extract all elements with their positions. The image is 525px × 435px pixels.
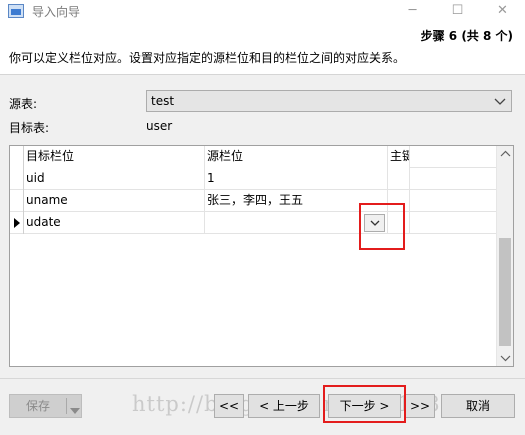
save-split-button: 保存 bbox=[9, 394, 82, 418]
highlight-next-box bbox=[323, 385, 406, 423]
target-field-cell[interactable]: udate bbox=[24, 212, 205, 234]
maximize-button[interactable]: ☐ bbox=[435, 0, 480, 22]
app-icon bbox=[8, 4, 24, 18]
minimize-button[interactable]: ─ bbox=[390, 0, 435, 22]
scrollbar-thumb[interactable] bbox=[499, 238, 511, 346]
cancel-button[interactable]: 取消 bbox=[441, 394, 515, 418]
first-step-button[interactable]: << bbox=[214, 394, 244, 418]
target-field-cell[interactable]: uname bbox=[24, 190, 205, 212]
grid-header-row: 目标栏位 源栏位 主键 bbox=[10, 146, 496, 168]
column-header-target[interactable]: 目标栏位 bbox=[24, 146, 205, 168]
table-row[interactable]: uid 1 bbox=[10, 168, 496, 190]
window-title: 导入向导 bbox=[32, 5, 81, 19]
source-table-label: 源表: bbox=[9, 97, 38, 111]
target-table-label: 目标表: bbox=[9, 121, 50, 135]
field-mapping-grid[interactable]: 目标栏位 源栏位 主键 uid 1 uname 张三，李四，王五 u bbox=[9, 145, 514, 367]
vertical-scrollbar[interactable] bbox=[496, 146, 513, 366]
last-step-button[interactable]: >> bbox=[405, 394, 435, 418]
wizard-header: 步骤 6 (共 8 个) 你可以定义栏位对应。设置对应指定的源栏位和目的栏位之间… bbox=[0, 22, 525, 75]
split-divider bbox=[66, 398, 67, 414]
row-pointer-icon bbox=[14, 218, 20, 228]
chevron-down-icon bbox=[493, 93, 507, 109]
source-table-value: test bbox=[151, 94, 175, 108]
highlight-dropdown-box bbox=[359, 203, 405, 250]
chevron-down-icon bbox=[70, 403, 80, 417]
source-table-select[interactable]: test bbox=[146, 90, 512, 112]
import-wizard-window: 导入向导 ─ ☐ ✕ 步骤 6 (共 8 个) 你可以定义栏位对应。设置对应指定… bbox=[0, 0, 525, 435]
step-description: 你可以定义栏位对应。设置对应指定的源栏位和目的栏位之间的对应关系。 bbox=[9, 51, 406, 65]
table-row[interactable]: uname 张三，李四，王五 bbox=[10, 190, 496, 212]
column-header-source[interactable]: 源栏位 bbox=[205, 146, 388, 168]
row-indicator-header bbox=[10, 146, 24, 168]
table-row-current[interactable]: udate bbox=[10, 212, 496, 234]
close-button[interactable]: ✕ bbox=[480, 0, 525, 22]
row-indicator bbox=[10, 190, 24, 212]
target-field-cell[interactable]: uid bbox=[24, 168, 205, 190]
column-header-pk[interactable]: 主键 bbox=[388, 146, 410, 168]
row-indicator bbox=[10, 212, 24, 234]
target-table-value: user bbox=[146, 119, 173, 133]
step-indicator: 步骤 6 (共 8 个) bbox=[420, 29, 513, 43]
scroll-down-icon[interactable] bbox=[497, 349, 513, 366]
source-field-cell[interactable]: 1 bbox=[205, 168, 388, 190]
save-button-label: 保存 bbox=[25, 399, 50, 413]
footer-divider bbox=[0, 378, 525, 379]
title-bar: 导入向导 ─ ☐ ✕ bbox=[0, 0, 525, 23]
row-indicator bbox=[10, 168, 24, 190]
prev-step-button[interactable]: < 上一步 bbox=[248, 394, 320, 418]
scroll-up-icon[interactable] bbox=[497, 146, 513, 163]
pk-cell[interactable] bbox=[388, 168, 410, 190]
